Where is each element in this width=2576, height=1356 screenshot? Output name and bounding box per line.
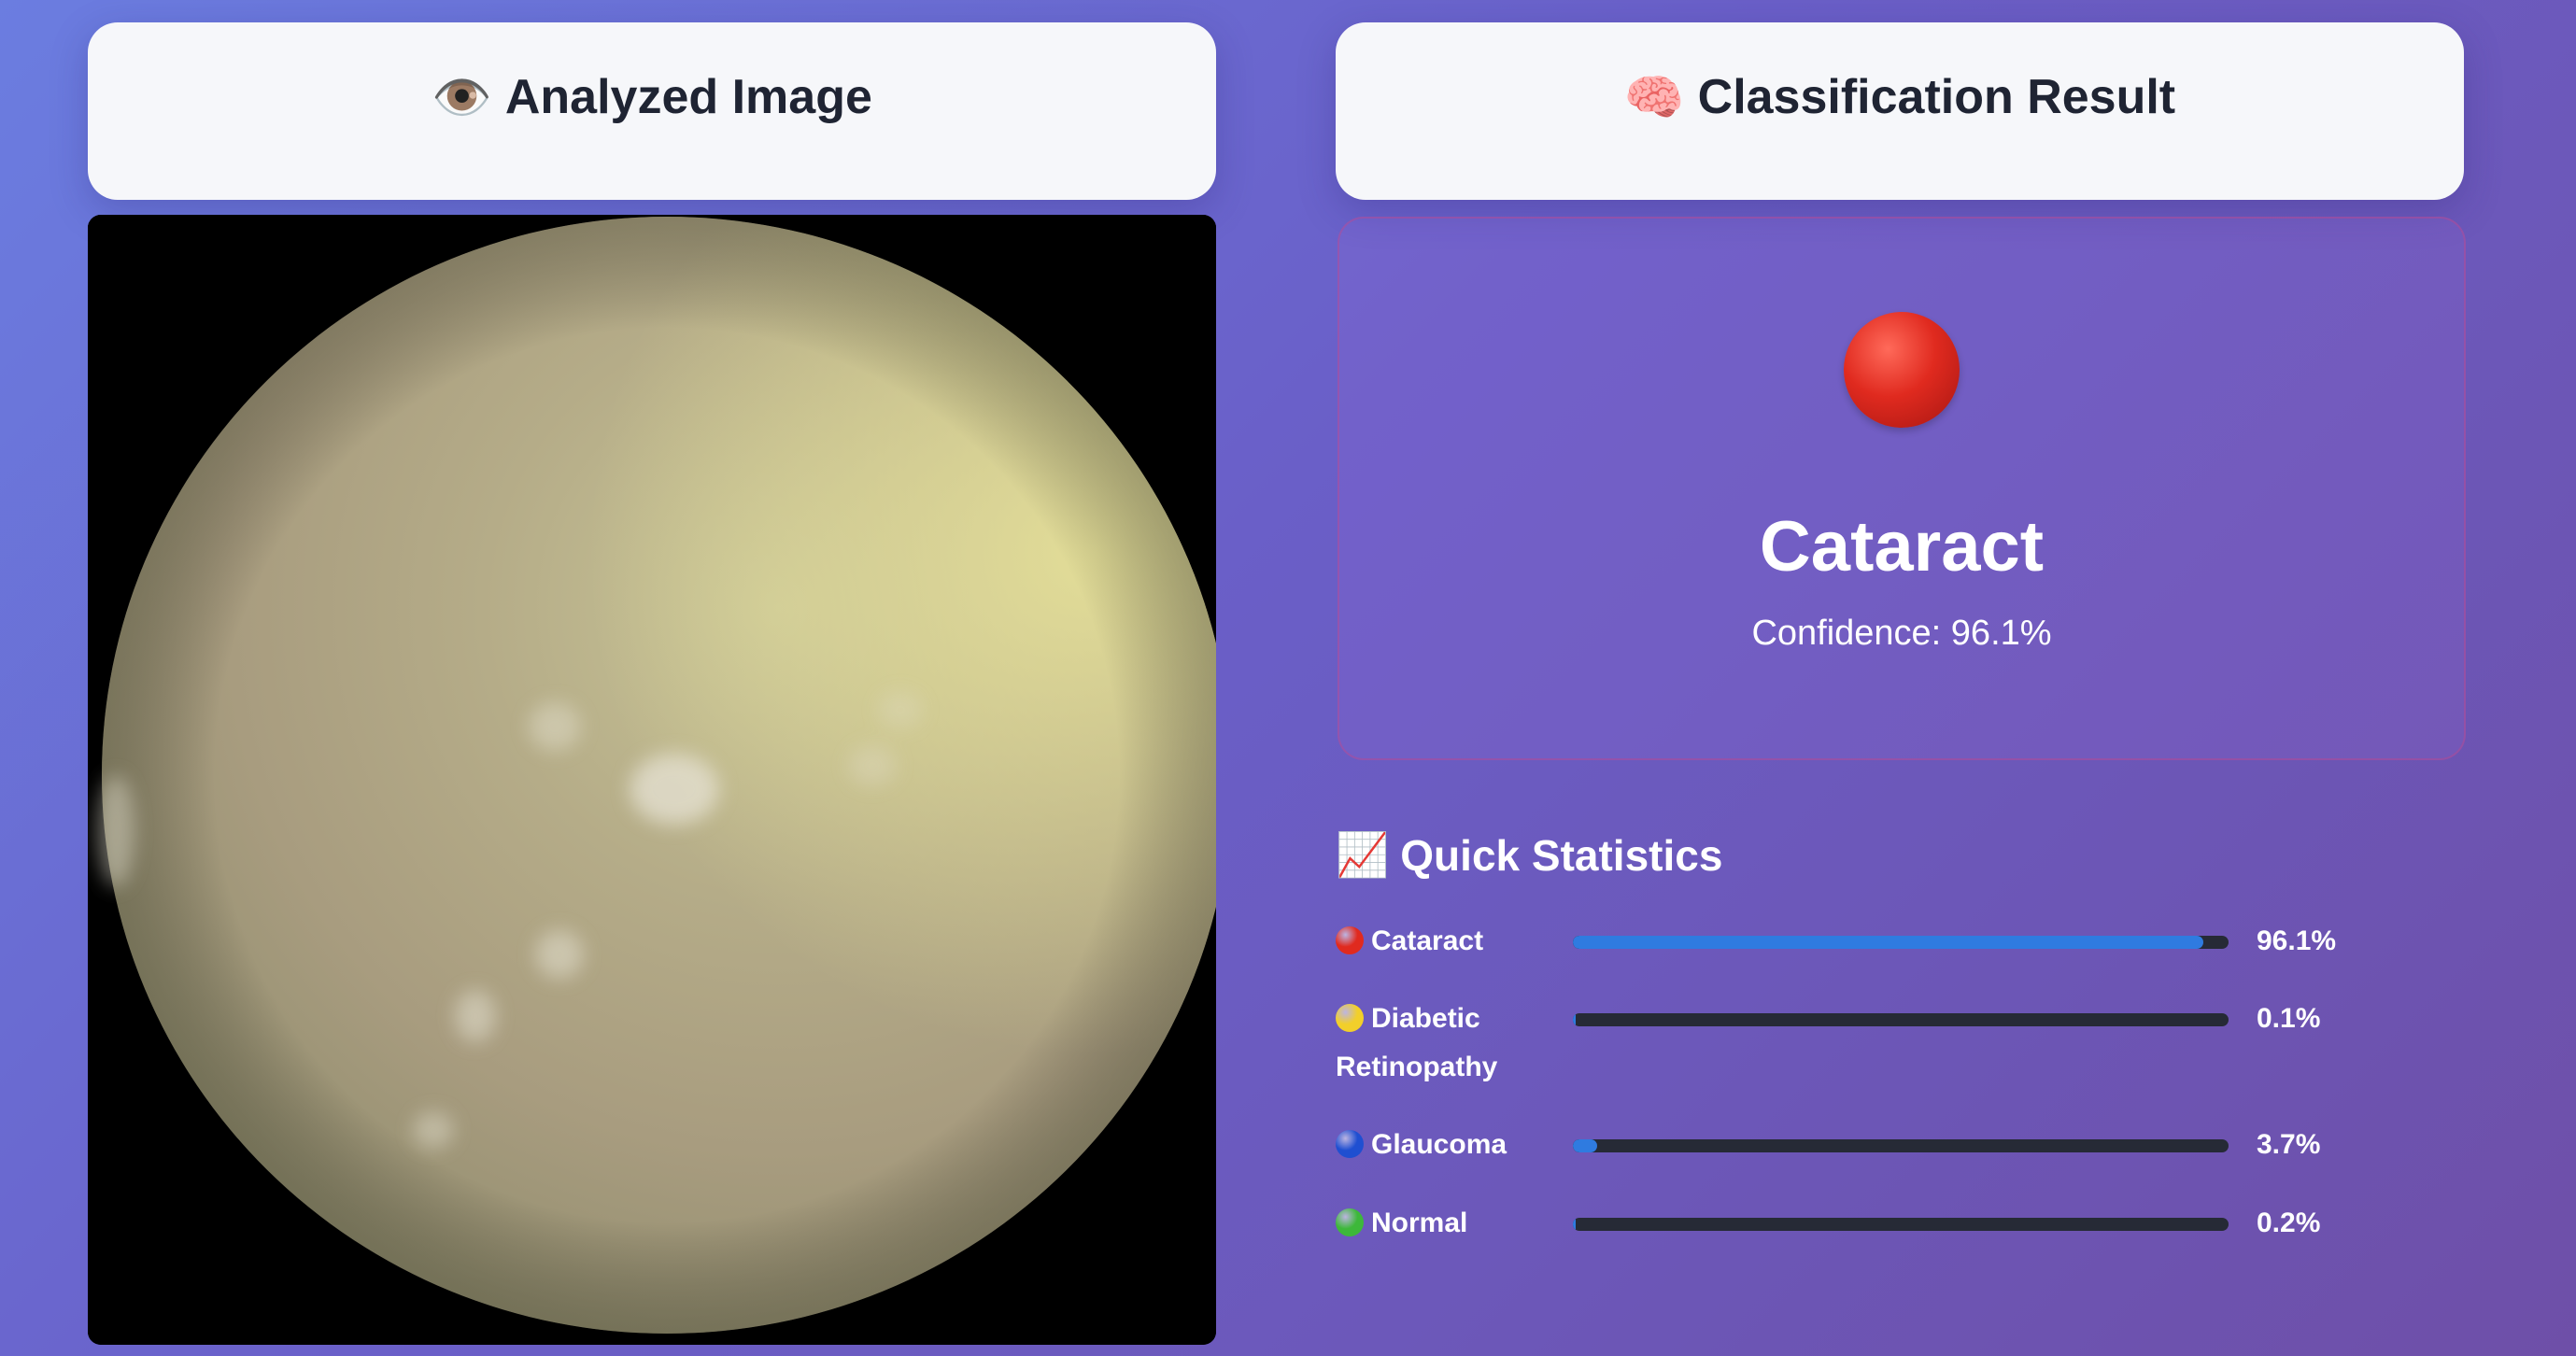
classification-result-header: 🧠 Classification Result (1336, 22, 2464, 200)
progress-bar (1573, 1218, 2229, 1231)
stat-label: Diabetic Retinopathy (1336, 1003, 1498, 1082)
progress-fill (1573, 1218, 1576, 1231)
chart-increasing-icon: 📈 (1336, 829, 1390, 880)
progress-bar (1573, 936, 2229, 949)
fundus-photo (88, 215, 1216, 1345)
red-dot-icon (1336, 926, 1364, 954)
blue-dot-icon (1336, 1130, 1364, 1158)
analyzed-image-header: 👁️ Analyzed Image (88, 22, 1216, 200)
stat-percent: 0.1% (2257, 1003, 2321, 1034)
progress-fill (1573, 936, 2203, 949)
stat-label: Glaucoma (1336, 1121, 1560, 1169)
stat-percent: 3.7% (2257, 1129, 2321, 1160)
progress-bar (1573, 1013, 2229, 1026)
stat-percent: 0.2% (2257, 1208, 2321, 1238)
stat-label: Normal (1336, 1199, 1560, 1248)
confidence-text: Confidence: 96.1% (1751, 614, 2052, 653)
quick-statistics-title: 📈 Quick Statistics (1336, 829, 1722, 881)
analyzed-image-title: 👁️ Analyzed Image (432, 69, 872, 126)
brain-icon: 🧠 (1623, 69, 1685, 126)
progress-fill (1573, 1139, 1597, 1152)
analyzed-eye-image (88, 215, 1216, 1345)
eye-icon: 👁️ (432, 69, 492, 126)
predicted-class-label: Cataract (1759, 507, 2045, 586)
classification-result-title-text: Classification Result (1697, 70, 2176, 124)
classification-result-card: Cataract Confidence: 96.1% (1338, 217, 2466, 760)
progress-bar (1573, 1139, 2229, 1152)
quick-statistics-title-text: Quick Statistics (1400, 830, 1723, 880)
classification-result-title: 🧠 Classification Result (1624, 69, 2175, 126)
yellow-dot-icon (1336, 1004, 1364, 1032)
progress-fill (1573, 1013, 1576, 1026)
red-circle-icon (1844, 312, 1960, 428)
stat-percent: 96.1% (2257, 925, 2337, 956)
green-dot-icon (1336, 1208, 1364, 1236)
stat-label: Cataract (1336, 917, 1560, 966)
analyzed-image-title-text: Analyzed Image (504, 70, 872, 124)
